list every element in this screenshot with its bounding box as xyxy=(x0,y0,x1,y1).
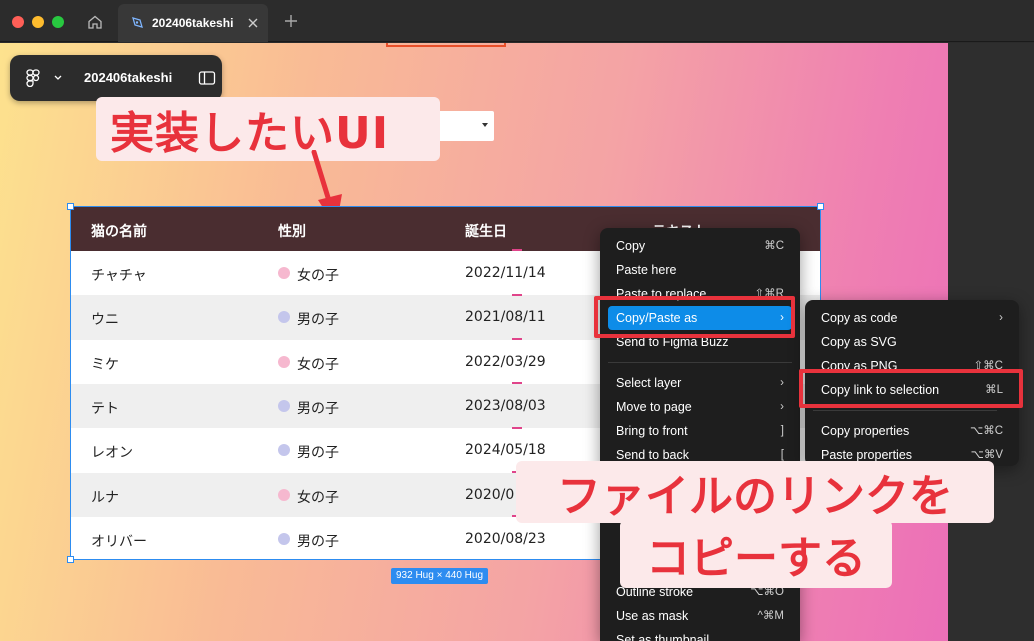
tab-file[interactable]: 202406takeshi xyxy=(118,4,268,42)
cell-name: ミケ xyxy=(91,356,119,373)
spacing-marker xyxy=(512,427,522,429)
select-dropdown[interactable] xyxy=(438,111,494,141)
gender-dot xyxy=(278,311,290,324)
cell-gender: 女の子 xyxy=(297,268,339,284)
menu-item-label: Move to page xyxy=(616,400,692,414)
cell-birthday: 2020/0 xyxy=(465,486,515,503)
cell-birthday: 2022/11/14 xyxy=(465,265,546,281)
cell-gender: 男の子 xyxy=(297,400,339,417)
spacing-marker xyxy=(512,294,522,296)
cell-gender: 男の子 xyxy=(297,533,339,550)
close-icon[interactable] xyxy=(246,16,260,30)
menu-item-copy-properties[interactable]: Copy properties ⌥⌘C xyxy=(813,419,1011,443)
chevron-right-icon: › xyxy=(780,401,784,413)
gender-dot xyxy=(278,355,290,368)
spacing-marker xyxy=(512,338,522,340)
menu-item-label: Paste here xyxy=(616,263,677,277)
header-gender: 性別 xyxy=(278,224,306,240)
menu-item-label: Copy as SVG xyxy=(821,335,897,349)
close-window-button[interactable] xyxy=(12,16,24,28)
cell-birthday: 2021/08/11 xyxy=(465,309,546,326)
header-name: 猫の名前 xyxy=(91,224,147,240)
menu-item-shortcut: ⌥⌘C xyxy=(969,425,1003,437)
figma-file-icon xyxy=(132,17,143,28)
minimize-window-button[interactable] xyxy=(32,16,44,28)
menu-item-set-as-thumbnail[interactable]: Set as thumbnail xyxy=(608,628,792,641)
plus-icon[interactable] xyxy=(282,12,300,30)
highlight-copy-paste-as xyxy=(594,296,795,338)
home-icon xyxy=(88,15,102,29)
annotation-copy-link: コピーする xyxy=(620,520,892,588)
annotation-implement-ui: 実装したいUI xyxy=(96,97,440,161)
menu-item-copy[interactable]: Copy ⌘C xyxy=(608,234,792,258)
header-birthday: 誕生日 xyxy=(465,224,507,240)
cell-name: レオン xyxy=(91,445,133,462)
resize-handle-bottom-left[interactable] xyxy=(67,556,74,563)
annotation-copy-link: ファイルのリンクを xyxy=(516,461,994,523)
cell-birthday: 2024/05/18 xyxy=(465,442,546,459)
gender-dot xyxy=(278,444,290,457)
cell-name: ルナ xyxy=(91,489,119,506)
menu-item-copy-as-svg[interactable]: Copy as SVG xyxy=(813,330,1011,354)
chevron-right-icon: › xyxy=(999,312,1003,324)
menu-divider xyxy=(813,410,997,411)
figma-logo-icon[interactable] xyxy=(26,69,40,87)
cell-birthday: 2022/03/29 xyxy=(465,353,546,370)
gender-dot xyxy=(278,399,290,412)
highlight-copy-link xyxy=(799,369,1023,408)
menu-item-select-layer[interactable]: Select layer › xyxy=(608,371,792,395)
menu-item-use-as-mask[interactable]: Use as mask ^⌘M xyxy=(608,604,792,628)
sidebar-toggle-icon[interactable] xyxy=(198,70,216,86)
cell-name: オリバー xyxy=(91,533,147,550)
cell-gender: 女の子 xyxy=(297,489,339,506)
menu-item-label: Copy properties xyxy=(821,424,910,438)
cell-gender: 女の子 xyxy=(297,356,339,373)
annotation-text: ファイルのリンクを xyxy=(557,471,953,522)
menu-item-shortcut: ⌘C xyxy=(764,240,784,252)
resize-handle-top-right[interactable] xyxy=(817,203,824,210)
menu-item-shortcut: ^⌘M xyxy=(757,610,784,622)
frame-edge-marker xyxy=(386,43,506,47)
cell-gender: 男の子 xyxy=(297,445,339,462)
menu-item-label: Set as thumbnail xyxy=(616,633,710,641)
cell-name: ウニ xyxy=(91,312,119,329)
menu-item-move-to-page[interactable]: Move to page › xyxy=(608,395,792,419)
window-titlebar: 202406takeshi xyxy=(0,0,1034,42)
file-toolbar: 202406takeshi xyxy=(10,55,222,101)
cell-birthday: 2020/08/23 xyxy=(465,530,546,547)
annotation-text: コピーする xyxy=(646,533,866,584)
spacing-marker xyxy=(512,382,522,384)
spacing-marker xyxy=(512,249,522,251)
menu-item-shortcut: ] xyxy=(780,425,784,437)
resize-handle-top-left[interactable] xyxy=(67,203,74,210)
gender-dot xyxy=(278,532,290,545)
menu-item-label: Bring to front xyxy=(616,424,688,438)
menu-item-copy-as-code[interactable]: Copy as code › xyxy=(813,306,1011,330)
menu-item-bring-to-front[interactable]: Bring to front] xyxy=(608,419,792,443)
menu-item-label: Copy xyxy=(616,239,646,253)
menu-item-label: Copy as code xyxy=(821,311,898,325)
maximize-window-button[interactable] xyxy=(52,16,64,28)
cell-birthday: 2023/08/03 xyxy=(465,397,546,414)
gender-dot xyxy=(278,488,290,501)
gender-dot xyxy=(278,267,290,279)
menu-divider xyxy=(608,362,792,363)
tab-title: 202406takeshi xyxy=(152,16,234,30)
menu-item-label: Use as mask xyxy=(616,609,689,623)
menu-item-paste-here[interactable]: Paste here xyxy=(608,258,792,282)
chevron-right-icon: › xyxy=(780,377,784,389)
cell-gender: 男の子 xyxy=(297,312,339,329)
cell-name: チャチャ xyxy=(91,268,147,284)
home-button[interactable] xyxy=(78,8,112,36)
caret-down-icon xyxy=(482,123,488,127)
file-name[interactable]: 202406takeshi xyxy=(84,70,172,85)
size-badge: 932 Hug × 440 Hug xyxy=(391,568,489,584)
cell-name: テト xyxy=(91,400,119,417)
chevron-down-icon[interactable] xyxy=(54,75,62,81)
menu-item-label: Select layer xyxy=(616,376,682,390)
